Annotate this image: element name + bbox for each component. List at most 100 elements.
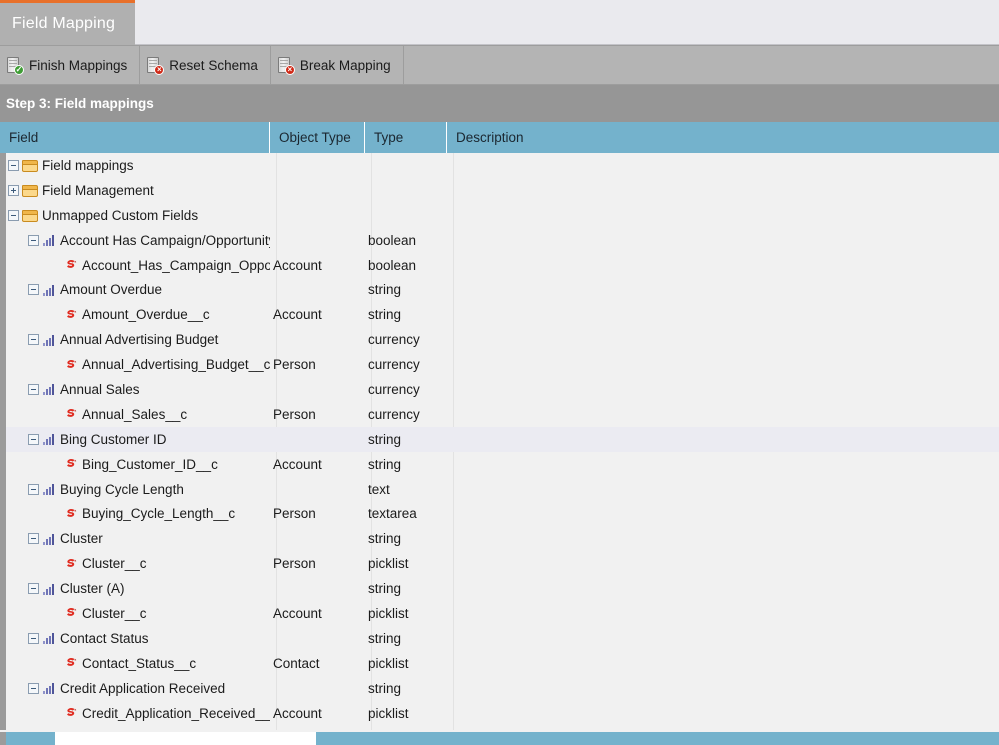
cell-object-type: Person <box>273 556 316 572</box>
toolbar-button-finish-mappings[interactable]: ✓ Finish Mappings <box>0 46 141 84</box>
collapse-icon[interactable] <box>8 209 19 221</box>
database-check-icon: ✓ <box>6 56 24 75</box>
cell-type: string <box>368 531 402 547</box>
table-row[interactable]: Unmapped Custom Fields <box>6 203 999 228</box>
bar-chart-icon <box>42 334 56 346</box>
bar-chart-icon <box>42 533 56 545</box>
salesforce-icon <box>64 706 78 720</box>
table-row[interactable]: Amount_Overdue__c Account string <box>6 302 999 327</box>
table-row[interactable]: Bing Customer ID string <box>6 426 999 452</box>
cell-object-type: Account <box>273 456 322 472</box>
cell-type: picklist <box>368 556 409 572</box>
table-row[interactable]: Cluster (A) string <box>6 576 999 601</box>
collapse-icon[interactable] <box>28 234 39 246</box>
database-delete-icon: × <box>146 56 165 75</box>
table-row[interactable]: Buying Cycle Length text <box>6 477 999 502</box>
expand-icon[interactable] <box>8 184 19 196</box>
table-row[interactable]: Cluster string <box>6 526 999 551</box>
salesforce-icon <box>64 656 78 670</box>
collapse-icon[interactable] <box>28 433 39 445</box>
collapse-icon[interactable] <box>28 632 39 644</box>
field-name: Amount_Overdue__c <box>82 307 210 323</box>
table-row[interactable]: Account Has Campaign/Opportunity boolean <box>6 228 999 253</box>
table-row[interactable]: Buying_Cycle_Length__c Person textarea <box>6 501 999 526</box>
cell-field: Annual Advertising Budget <box>6 327 270 352</box>
collapse-icon[interactable] <box>28 334 39 346</box>
cell-field: Annual_Advertising_Budget__c <box>6 352 270 377</box>
column-header-field[interactable]: Field <box>0 122 270 153</box>
column-header-object[interactable]: Object Type <box>270 122 365 153</box>
toolbar: ✓ Finish Mappings × Reset Schema × Break Mapp… <box>0 45 999 85</box>
table-row[interactable]: Field mappings <box>6 153 999 178</box>
field-name: Annual Advertising Budget <box>60 332 219 348</box>
cell-field: Credit_Application_Received__c <box>6 701 270 726</box>
folder-icon <box>22 159 38 172</box>
cell-object-type: Account <box>273 307 322 323</box>
collapse-icon[interactable] <box>8 159 19 171</box>
field-name: Account_Has_Campaign_Opportunity__c <box>82 257 270 273</box>
cell-field: Annual Sales <box>6 377 270 402</box>
cell-type: text <box>368 481 390 497</box>
table-row[interactable]: Annual_Sales__c Person currency <box>6 402 999 427</box>
cell-field: Amount Overdue <box>6 277 270 302</box>
salesforce-icon <box>64 606 78 620</box>
table-row[interactable]: Cluster__c Account picklist <box>6 601 999 626</box>
table-row[interactable]: Contact_Status__c Contact picklist <box>6 651 999 676</box>
table-row[interactable]: Account_Has_Campaign_Opportunity__cAccou… <box>6 253 999 278</box>
table-row[interactable]: Cluster__c Person picklist <box>6 551 999 576</box>
cell-field: Amount_Overdue__c <box>6 302 270 327</box>
collapse-icon[interactable] <box>28 383 39 395</box>
toolbar-button-break-mapping[interactable]: × Break Mapping <box>271 46 404 84</box>
table-row[interactable]: Bing_Customer_ID__c Account string <box>6 452 999 477</box>
cell-type: currency <box>368 332 420 348</box>
table-body: Field mappings Field Management Unmapped C… <box>0 153 999 745</box>
cell-type: boolean <box>368 257 417 273</box>
column-header-desc[interactable]: Description <box>447 122 999 153</box>
table-row[interactable]: Amount Overdue string <box>6 277 999 302</box>
toolbar-button-label: Break Mapping <box>299 57 391 73</box>
salesforce-icon <box>64 358 78 372</box>
bar-chart-icon <box>42 632 56 645</box>
cell-type: currency <box>368 381 420 397</box>
cell-type: currency <box>368 357 420 373</box>
table-row[interactable]: Credit Application Received string <box>6 676 999 701</box>
collapse-icon[interactable] <box>28 583 39 595</box>
cell-type: picklist <box>368 705 409 721</box>
table-row[interactable]: Annual_Advertising_Budget__c Person curren… <box>6 352 999 377</box>
collapse-icon[interactable] <box>28 284 39 296</box>
cell-object-type: Account <box>273 257 322 273</box>
cell-object-type: Account <box>273 605 322 621</box>
field-name: Cluster (A) <box>60 581 125 597</box>
table-row[interactable]: Field Management <box>6 178 999 203</box>
table-row[interactable]: Annual Advertising Budget currency <box>6 327 999 352</box>
table-row[interactable]: Contact Status string <box>6 626 999 651</box>
cell-field: Field mappings <box>6 153 270 178</box>
scrollbar-thumb[interactable] <box>55 732 316 745</box>
horizontal-scrollbar[interactable] <box>0 732 999 745</box>
cell-field: Field Management <box>6 178 270 203</box>
field-name: Cluster__c <box>82 556 147 572</box>
tab-label: Field Mapping <box>12 15 116 32</box>
table-row[interactable]: Credit_Application_Received__c Account pic… <box>6 701 999 726</box>
cell-field: Bing Customer ID <box>6 427 270 452</box>
toolbar-button-label: Reset Schema <box>169 57 258 73</box>
tab-field-mapping[interactable]: Field Mapping <box>0 0 135 45</box>
cell-type: string <box>368 282 402 298</box>
salesforce-icon <box>64 407 78 421</box>
collapse-icon[interactable] <box>28 682 39 694</box>
table-row[interactable]: Annual Sales currency <box>6 377 999 402</box>
toolbar-button-reset-schema[interactable]: × Reset Schema <box>140 46 271 84</box>
cell-field: Cluster (A) <box>6 576 270 601</box>
column-header-type[interactable]: Type <box>365 122 447 153</box>
cell-type: string <box>368 307 402 323</box>
field-tree: Field mappings Field Management Unmapped C… <box>6 153 999 745</box>
cell-type: picklist <box>368 655 409 671</box>
collapse-icon[interactable] <box>28 483 39 495</box>
collapse-icon[interactable] <box>28 533 39 545</box>
field-name: Contact Status <box>60 630 149 646</box>
